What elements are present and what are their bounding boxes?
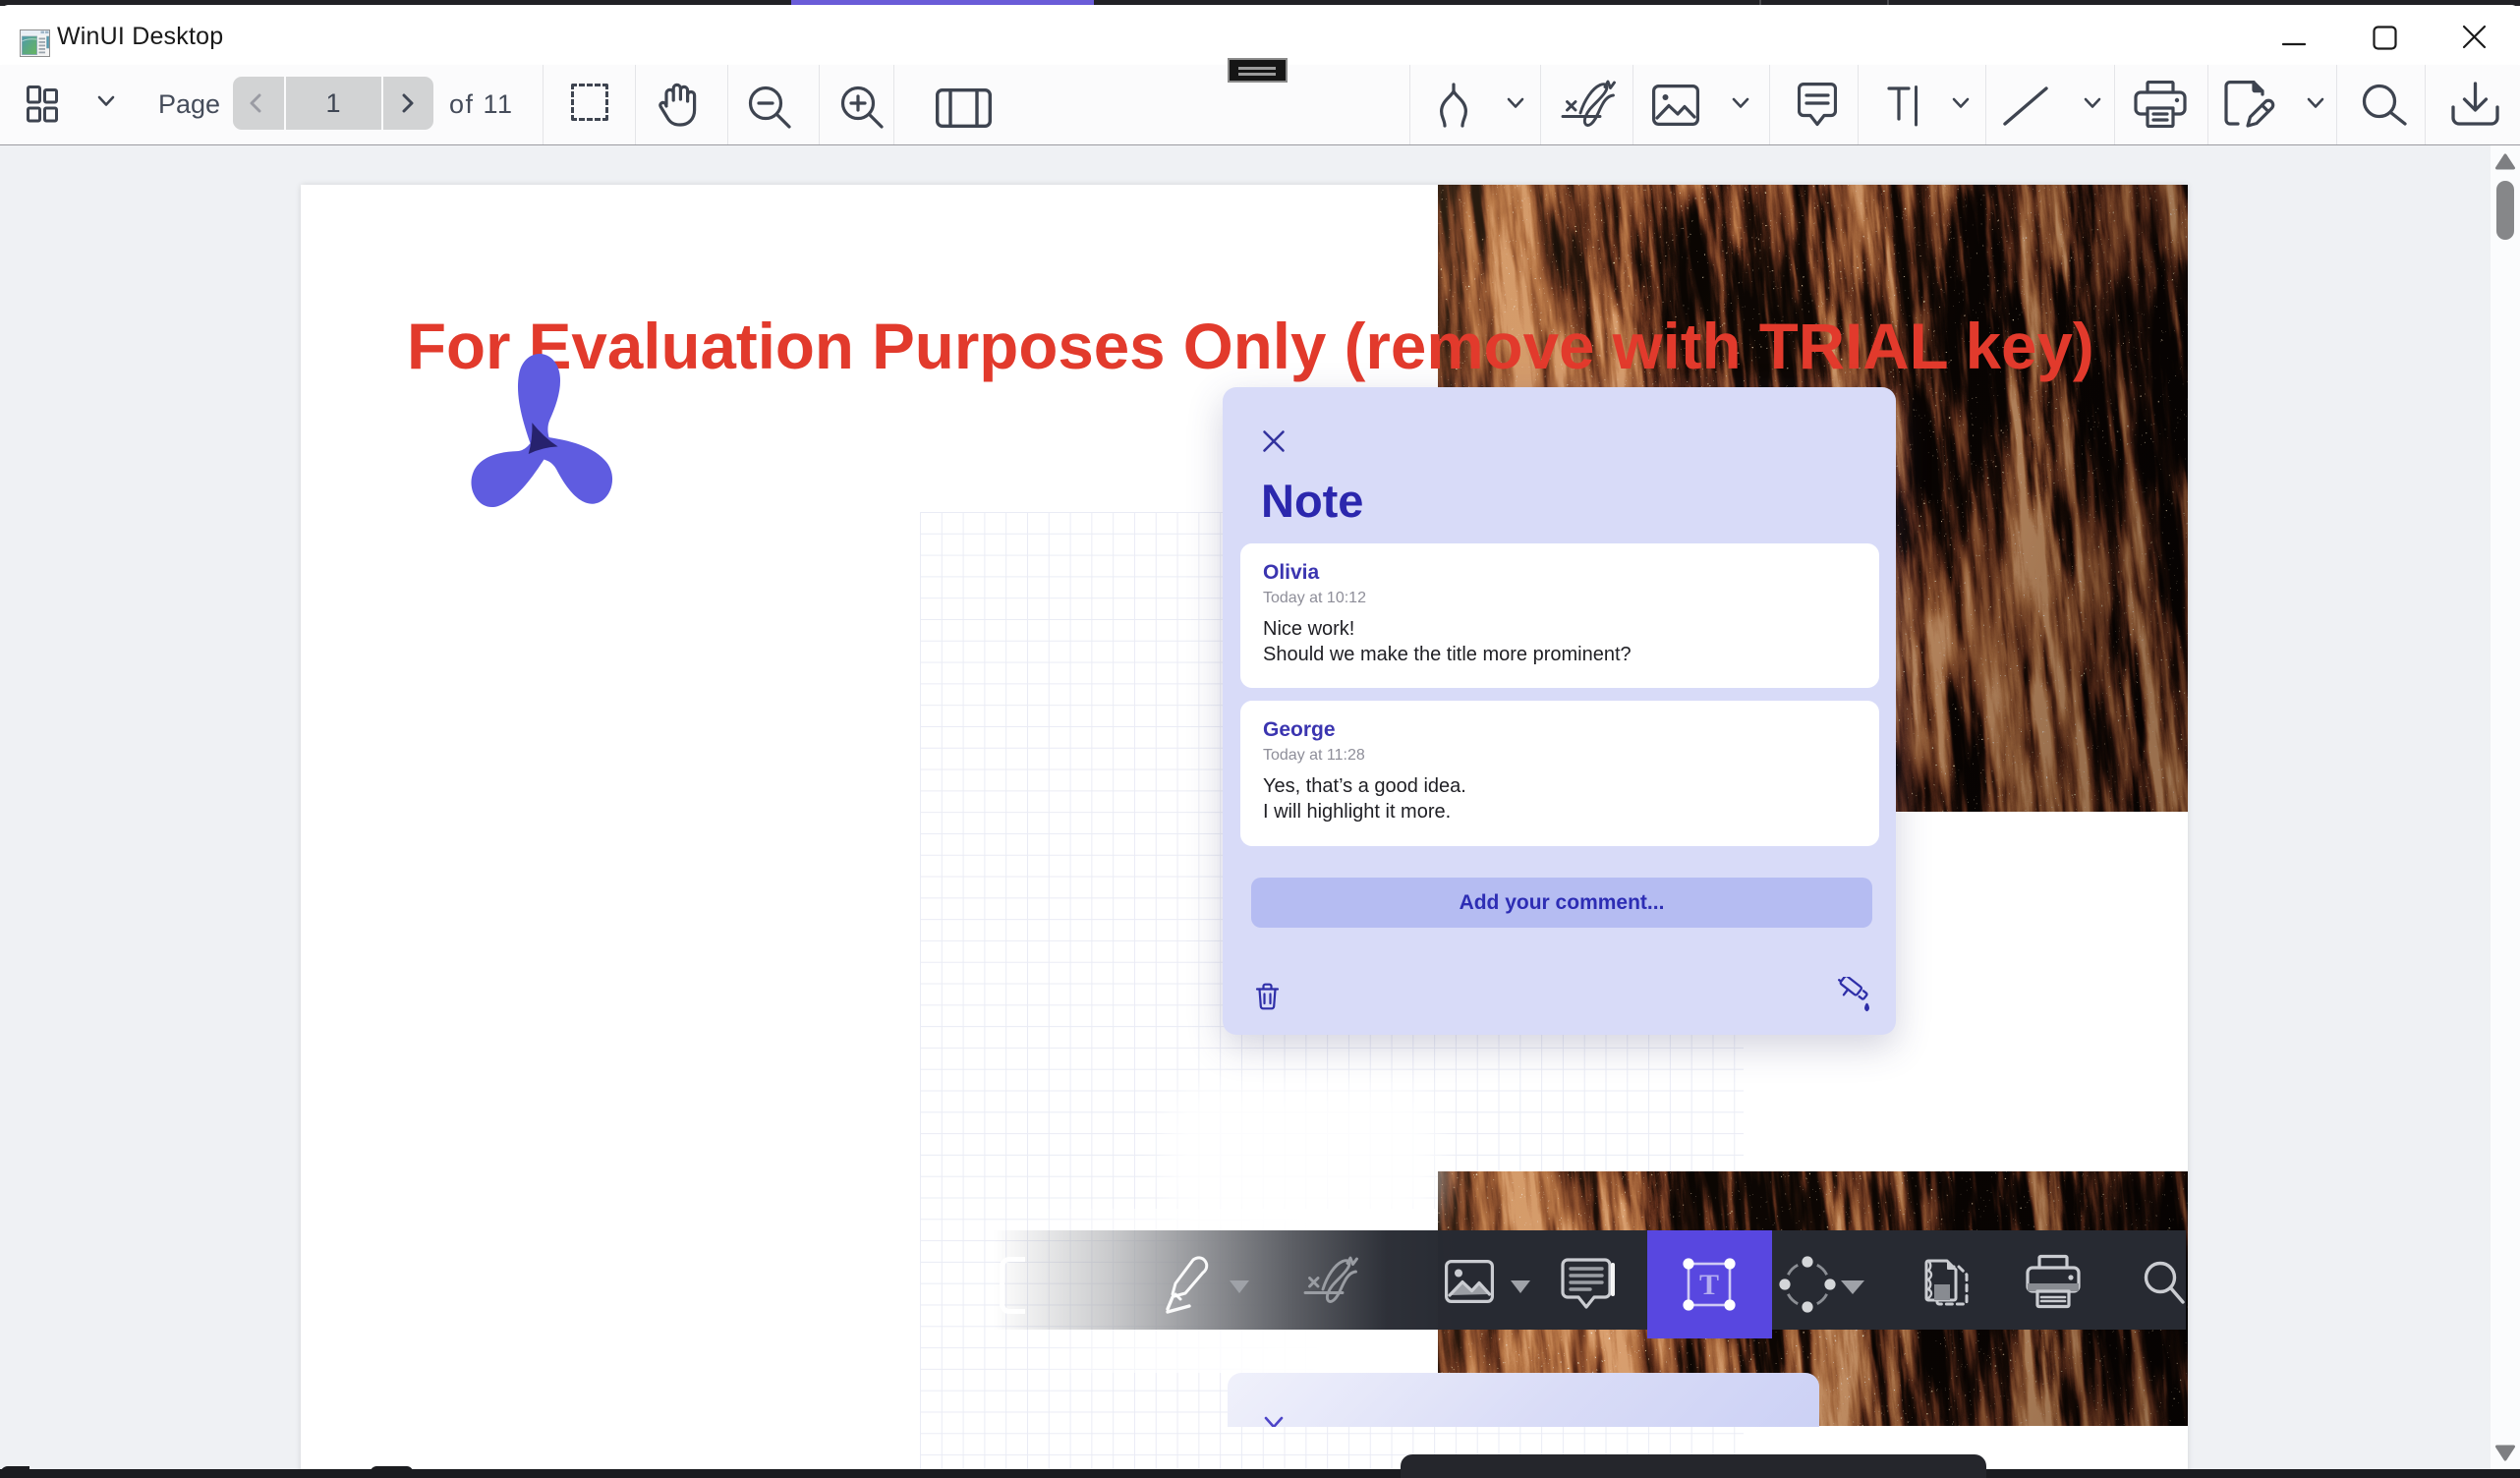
svg-text:T: T bbox=[1699, 1269, 1719, 1301]
